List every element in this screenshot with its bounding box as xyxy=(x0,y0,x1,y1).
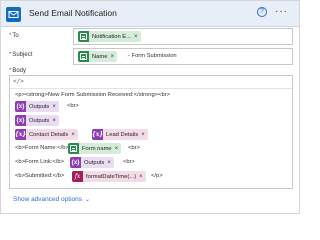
card-title: Send Email Notification xyxy=(29,8,117,18)
remove-token-icon[interactable]: × xyxy=(139,174,146,180)
variable-icon: {x} xyxy=(15,101,26,112)
body-editor[interactable]: </> <p><strong>New Form Submission Recei… xyxy=(9,75,293,189)
body-line-5-tail: <br> xyxy=(128,145,140,151)
body-line-5-head: <b>Form Name:</b> xyxy=(15,145,69,151)
body-line-1: <p><strong>New Form Submission Received:… xyxy=(15,92,170,98)
remove-token-icon[interactable]: × xyxy=(52,118,59,124)
remove-token-icon[interactable]: × xyxy=(141,132,148,138)
code-view-icon[interactable]: </> xyxy=(13,78,24,85)
body-line-7-tail: </p> xyxy=(151,173,163,179)
body-line-7-head: <b>Submitted:</b> xyxy=(15,173,65,179)
to-token[interactable]: Notification E... × xyxy=(78,31,141,42)
lead-details-token[interactable]: {x} Lead Details × xyxy=(92,129,148,140)
remove-token-icon[interactable]: × xyxy=(52,104,59,110)
contact-details-token[interactable]: {x} Contact Details × xyxy=(15,129,78,140)
remove-token-icon[interactable]: × xyxy=(134,34,141,40)
remove-token-icon[interactable]: × xyxy=(107,160,114,166)
chevron-down-icon: ⌄ xyxy=(85,197,91,203)
help-icon[interactable]: ? xyxy=(257,7,267,17)
subject-label: *Subject xyxy=(9,52,33,58)
format-date-time-token[interactable]: fx formatDateTime(...) × xyxy=(72,171,146,182)
function-icon: fx xyxy=(72,171,83,182)
body-line-6-tail: <br> xyxy=(123,159,135,165)
body-line-6-head: <b>Form Link:</b> xyxy=(15,159,64,165)
to-field[interactable]: Notification E... × xyxy=(73,28,293,45)
remove-token-icon[interactable]: × xyxy=(71,132,78,138)
outputs-token[interactable]: {x} Outputs × xyxy=(15,115,59,126)
more-options-icon[interactable]: ··· xyxy=(275,6,288,17)
subject-field[interactable]: Name × - Form Submission xyxy=(73,48,293,65)
toolbar-divider xyxy=(10,88,292,89)
outputs-token[interactable]: {x} Outputs × xyxy=(70,157,114,168)
variable-icon: {x} xyxy=(70,157,81,168)
expression-icon: {x} xyxy=(91,129,104,140)
excel-icon xyxy=(78,31,89,42)
body-line-2-tail: <br> xyxy=(67,103,79,109)
expression-icon: {x} xyxy=(14,129,27,140)
outputs-token[interactable]: {x} Outputs × xyxy=(15,101,59,112)
outlook-icon xyxy=(6,7,21,22)
card-header[interactable]: Send Email Notification ? ··· xyxy=(1,1,299,27)
show-advanced-options-link[interactable]: Show advanced options ⌄ xyxy=(13,196,90,203)
remove-token-icon[interactable]: × xyxy=(115,146,122,152)
variable-icon: {x} xyxy=(15,115,26,126)
subject-token[interactable]: Name × xyxy=(78,51,117,62)
remove-token-icon[interactable]: × xyxy=(110,54,117,60)
subject-suffix: - Form Submission xyxy=(128,53,177,59)
to-label: *To xyxy=(9,33,19,39)
form-name-token[interactable]: Form name × xyxy=(68,143,122,154)
excel-icon xyxy=(78,51,89,62)
send-email-card: Send Email Notification ? ··· *To Notifi… xyxy=(0,0,300,214)
excel-icon xyxy=(68,143,79,154)
body-label: *Body xyxy=(9,68,27,74)
